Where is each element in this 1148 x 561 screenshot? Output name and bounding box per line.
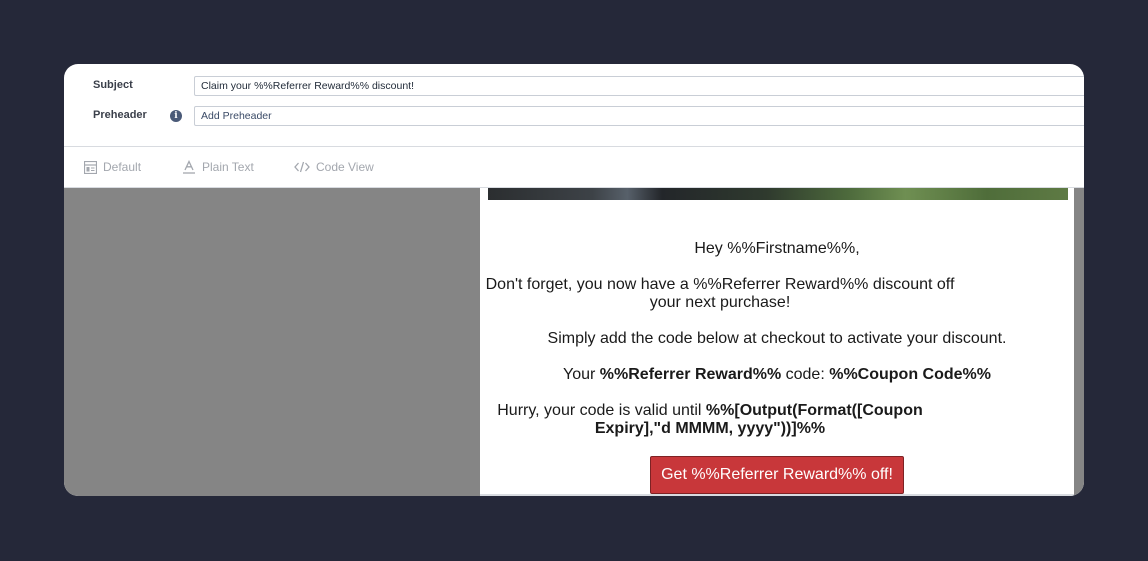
subject-label: Subject xyxy=(93,79,133,91)
email-canvas: Hey %%Firstname%%, Don't forget, you now… xyxy=(64,188,1084,496)
preheader-input[interactable]: Add Preheader xyxy=(194,106,1084,126)
preheader-label: Preheader xyxy=(93,109,147,121)
coupon-token: %%Coupon Code%% xyxy=(829,366,991,383)
text-icon xyxy=(183,160,195,174)
plain-text-button[interactable]: Plain Text xyxy=(182,159,254,175)
email-editor-window: Subject Claim your %%Referrer Reward%% d… xyxy=(64,64,1084,496)
email-bottom-border xyxy=(480,494,1074,496)
layout-icon xyxy=(84,160,97,174)
reminder-text: Don't forget, you now have a %%Referrer … xyxy=(485,276,955,311)
greeting-text: Hey %%Firstname%%, xyxy=(694,240,860,257)
code-view-label: Code View xyxy=(316,160,374,174)
code-view-button[interactable]: Code View xyxy=(294,159,374,175)
coupon-prefix: Your xyxy=(563,366,600,383)
subject-row: Subject Claim your %%Referrer Reward%% d… xyxy=(64,76,1084,98)
email-preview: Hey %%Firstname%%, Don't forget, you now… xyxy=(480,188,1074,496)
info-icon[interactable]: i xyxy=(170,110,182,122)
default-view-button[interactable]: Default xyxy=(84,159,141,175)
coupon-code-line: Your %%Referrer Reward%% code: %%Coupon … xyxy=(480,366,1074,384)
plain-text-label: Plain Text xyxy=(202,160,254,174)
instruction-text: Simply add the code below at checkout to… xyxy=(547,330,1007,347)
subject-input[interactable]: Claim your %%Referrer Reward%% discount! xyxy=(194,76,1084,96)
reward-token: %%Referrer Reward%% xyxy=(599,366,782,383)
cta-button[interactable]: Get %%Referrer Reward%% off! xyxy=(650,456,904,494)
email-body: Hey %%Firstname%%, Don't forget, you now… xyxy=(480,240,1074,494)
view-toolbar: Default Plain Text Code View xyxy=(64,147,1084,187)
expiry-prefix: Hurry, your code is valid until xyxy=(497,402,706,419)
default-view-label: Default xyxy=(103,160,142,174)
expiry-line: Hurry, your code is valid until %%[Outpu… xyxy=(480,402,940,438)
preheader-row: Preheader i Add Preheader xyxy=(64,106,1084,128)
code-icon xyxy=(294,161,310,173)
hero-image xyxy=(488,188,1068,200)
coupon-middle: code: xyxy=(781,366,830,383)
